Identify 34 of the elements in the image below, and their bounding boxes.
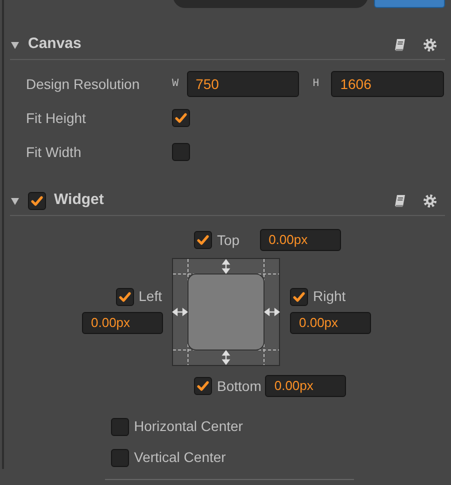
checkbox[interactable] [172,143,190,161]
property-label: Fit Width [26,142,82,162]
checkbox[interactable] [194,231,212,249]
collapse-triangle-icon[interactable] [10,40,20,50]
anchor-label: Top [217,230,240,250]
width-field[interactable]: 750 [186,71,299,97]
checkbox[interactable] [290,288,308,306]
option-label: Horizontal Center [134,417,243,436]
checkbox[interactable] [28,192,46,210]
checkbox[interactable] [116,288,134,306]
checkbox[interactable] [172,109,190,127]
property-label: Fit Height [26,108,87,128]
checkbox[interactable] [194,377,212,395]
book-icon[interactable] [393,194,407,208]
section-title: Canvas [28,34,82,54]
collapse-triangle-icon[interactable] [10,196,20,206]
width-label: W [172,76,179,92]
option-label: Vertical Center [134,448,226,467]
anchor-label: Right [313,287,346,306]
offset-field[interactable]: 0.00px [82,312,163,334]
height-label: H [312,76,320,92]
checkbox[interactable] [111,418,129,436]
book-icon[interactable] [393,38,407,52]
offset-field[interactable]: 0.00px [260,229,341,251]
settings-icon[interactable] [423,38,437,52]
offset-field[interactable]: 0.00px [290,312,371,334]
checkbox[interactable] [111,448,129,466]
offset-field[interactable]: 0.00px [265,375,346,397]
property-label: Design Resolution [26,74,141,94]
settings-icon[interactable] [423,194,437,208]
anchor-label: Bottom [217,376,262,396]
section-title: Widget [54,190,104,210]
anchor-label: Left [138,287,162,306]
height-field[interactable]: 1606 [331,71,444,97]
